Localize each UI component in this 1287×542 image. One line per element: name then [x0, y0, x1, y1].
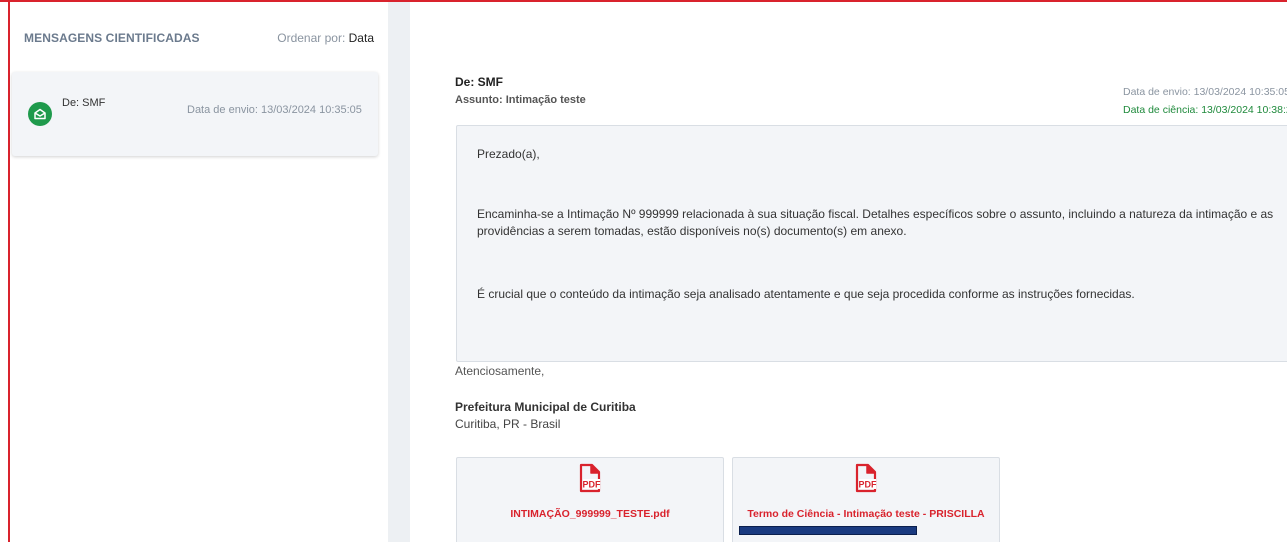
envelope-open-icon [28, 102, 52, 126]
sender-city: Curitiba, PR - Brasil [455, 417, 561, 431]
closing: Atenciosamente, [455, 364, 545, 378]
detail-from: De: SMF [455, 75, 503, 89]
attachment-item[interactable]: PDF Termo de Ciência - Intimação teste -… [732, 457, 1000, 542]
body-paragraph: É crucial que o conteúdo da intimação se… [477, 287, 1135, 301]
panel-divider [388, 2, 410, 542]
sort-value[interactable]: Data [349, 31, 374, 45]
pdf-icon: PDF [579, 463, 602, 493]
body-paragraph: Encaminha-se a Intimação Nº 999999 relac… [477, 207, 1274, 238]
attachment-name[interactable]: Termo de Ciência - Intimação teste - PRI… [733, 508, 999, 520]
attachment-name[interactable]: INTIMAÇÃO_999999_TESTE.pdf [457, 508, 723, 520]
message-date: Data de envio: 13/03/2024 10:35:05 [187, 104, 362, 116]
sidebar-title: MENSAGENS CIENTIFICADAS [24, 31, 200, 45]
detail-subject: Assunto: Intimação teste [455, 94, 586, 106]
message-list-item[interactable]: De: SMF Data de envio: 13/03/2024 10:35:… [12, 72, 378, 156]
redaction-bar [739, 526, 917, 535]
body-greeting: Prezado(a), [477, 147, 540, 161]
message-from: De: SMF [62, 97, 106, 109]
sort-control[interactable]: Ordenar por: Data [277, 31, 374, 45]
sender-organization: Prefeitura Municipal de Curitiba [455, 400, 636, 414]
message-body: Prezado(a), Encaminha-se a Intimação Nº … [456, 125, 1287, 362]
attachment-item[interactable]: PDF INTIMAÇÃO_999999_TESTE.pdf [456, 457, 724, 542]
svg-text:PDF: PDF [859, 480, 878, 490]
sidebar: MENSAGENS CIENTIFICADAS Ordenar por: Dat… [10, 2, 388, 542]
detail-send-date: Data de envio: 13/03/2024 10:35:05 [1123, 86, 1287, 98]
detail-ack-date: Data de ciência: 13/03/2024 10:38:22 [1123, 104, 1287, 116]
sidebar-header: MENSAGENS CIENTIFICADAS Ordenar por: Dat… [24, 31, 374, 47]
sort-label: Ordenar por: [277, 31, 346, 45]
svg-text:PDF: PDF [583, 480, 602, 490]
message-detail: De: SMF Assunto: Intimação teste Data de… [410, 24, 1287, 542]
pdf-icon: PDF [855, 463, 878, 493]
